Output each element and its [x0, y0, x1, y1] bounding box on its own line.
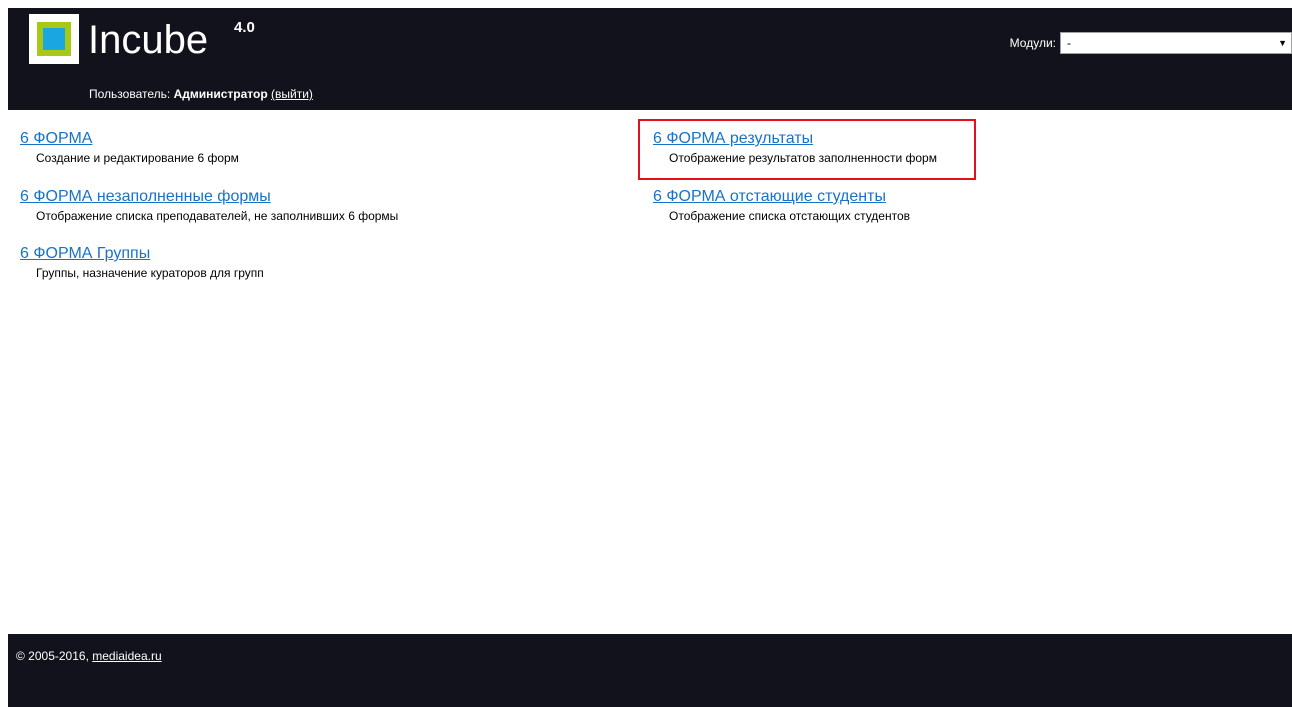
item-description: Отображение списка преподавателей, не за…	[36, 209, 399, 223]
logout-link[interactable]: (выйти)	[271, 87, 313, 101]
modules-label: Модули:	[1009, 36, 1056, 50]
header: Incube 4.0 Пользователь: Администратор (…	[8, 8, 1292, 110]
modules-selector: Модули: - ▼	[1010, 31, 1292, 55]
list-item: 6 ФОРМА незаполненные формы Отображение …	[20, 187, 398, 224]
chevron-down-icon: ▼	[1278, 38, 1287, 48]
footer-text: © 2005-2016, mediaidea.ru	[16, 649, 162, 663]
item-title-link[interactable]: 6 ФОРМА отстающие студенты	[653, 187, 910, 207]
footer-link[interactable]: mediaidea.ru	[92, 649, 161, 663]
modules-selected-value: -	[1067, 36, 1071, 50]
modules-select[interactable]: - ▼	[1060, 32, 1292, 54]
user-info: Пользователь: Администратор (выйти)	[89, 87, 313, 101]
list-item: 6 ФОРМА Группы Группы, назначение курато…	[20, 244, 264, 281]
page: Incube 4.0 Пользователь: Администратор (…	[0, 0, 1292, 707]
item-title-link[interactable]: 6 ФОРМА Группы	[20, 244, 264, 264]
logo-text: Incube	[88, 18, 209, 62]
list-item: 6 ФОРМА Создание и редактирование 6 форм	[20, 129, 239, 166]
version-label: 4.0	[234, 19, 255, 36]
user-name: Администратор	[173, 87, 268, 101]
item-description: Группы, назначение кураторов для групп	[36, 266, 264, 280]
footer: © 2005-2016, mediaidea.ru	[8, 634, 1292, 707]
item-description: Создание и редактирование 6 форм	[36, 151, 239, 165]
item-title-link[interactable]: 6 ФОРМА незаполненные формы	[20, 187, 398, 207]
copyright-text: © 2005-2016,	[16, 649, 89, 663]
list-item: 6 ФОРМА отстающие студенты Отображение с…	[653, 187, 910, 224]
user-label: Пользователь:	[89, 87, 171, 101]
logo-icon	[29, 14, 79, 64]
highlight-box	[638, 119, 976, 180]
item-description: Отображение списка отстающих студентов	[669, 209, 911, 223]
item-title-link[interactable]: 6 ФОРМА	[20, 129, 239, 149]
